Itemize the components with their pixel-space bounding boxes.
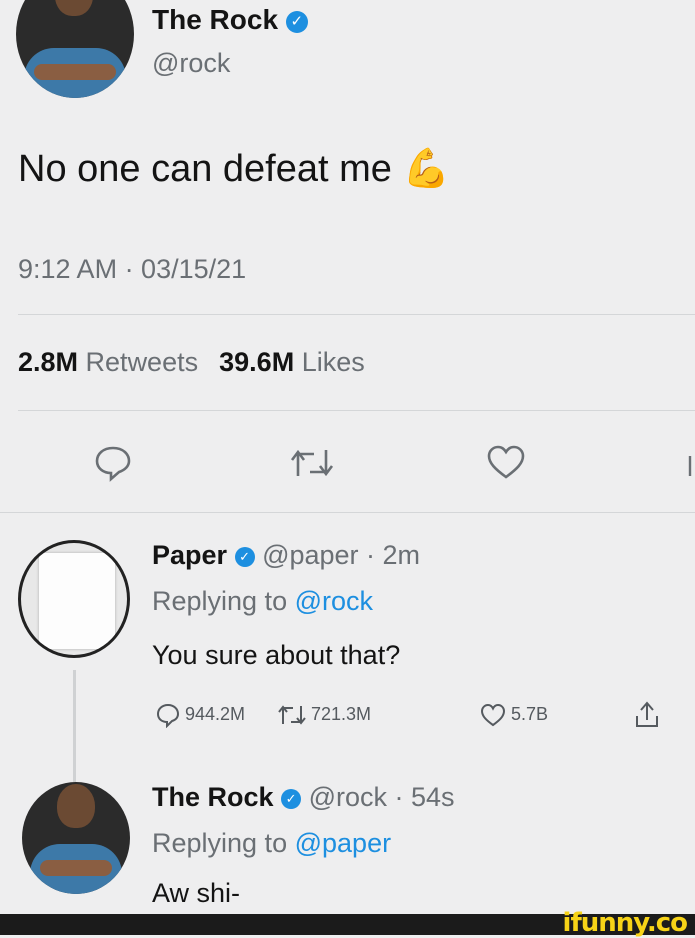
avatar[interactable] <box>16 0 134 98</box>
replying-to-label: Replying to <box>152 586 288 616</box>
avatar[interactable] <box>22 782 130 894</box>
reply-count: 944.2M <box>185 704 246 724</box>
replying-to-label: Replying to <box>152 828 288 858</box>
divider <box>18 410 695 411</box>
divider <box>18 314 695 315</box>
author-handle[interactable]: @rock <box>152 48 230 79</box>
author-name[interactable]: The Rock <box>152 4 278 35</box>
verified-badge-icon: ✓ <box>234 546 255 567</box>
share-icon[interactable] <box>633 700 661 730</box>
watermark-bar: ifunny.co <box>0 908 695 938</box>
thread-connector <box>73 670 76 782</box>
likes-label[interactable]: Likes <box>302 347 365 377</box>
replying-to-handle[interactable]: @paper <box>295 828 391 858</box>
watermark-logo: ifunny.co <box>562 908 688 938</box>
avatar[interactable] <box>18 540 130 658</box>
tweet-text: No one can defeat me <box>18 148 392 190</box>
tweet-timestamp: 9:12 AM · 03/15/21 <box>18 254 247 284</box>
replying-to-handle[interactable]: @rock <box>295 586 373 616</box>
retweets-label[interactable]: Retweets <box>86 347 199 377</box>
verified-badge-icon: ✓ <box>281 788 302 809</box>
flexed-biceps-icon: 💪 <box>402 146 450 190</box>
reply-icon[interactable] <box>155 702 181 728</box>
like-count: 5.7B <box>511 704 549 724</box>
likes-count[interactable]: 39.6M <box>219 347 294 377</box>
retweets-count[interactable]: 2.8M <box>18 347 78 377</box>
verified-badge-icon: ✓ <box>285 10 308 33</box>
retweet-count: 721.3M <box>311 704 372 724</box>
reply-handle-time[interactable]: @paper · 2m <box>262 540 420 570</box>
like-heart-icon[interactable] <box>485 443 527 481</box>
reply-text: Aw shi- <box>152 878 241 908</box>
reply-handle-time[interactable]: @rock · 54s <box>309 782 455 812</box>
reply-text: You sure about that? <box>152 640 401 670</box>
retweet-icon[interactable] <box>288 446 336 480</box>
reply-author-name[interactable]: The Rock <box>152 782 274 812</box>
divider <box>0 512 695 513</box>
reply-author-name[interactable]: Paper <box>152 540 227 570</box>
retweet-icon[interactable] <box>277 703 307 727</box>
like-heart-icon[interactable] <box>479 702 507 728</box>
reply-icon[interactable] <box>93 444 133 482</box>
share-icon[interactable] <box>686 450 695 480</box>
